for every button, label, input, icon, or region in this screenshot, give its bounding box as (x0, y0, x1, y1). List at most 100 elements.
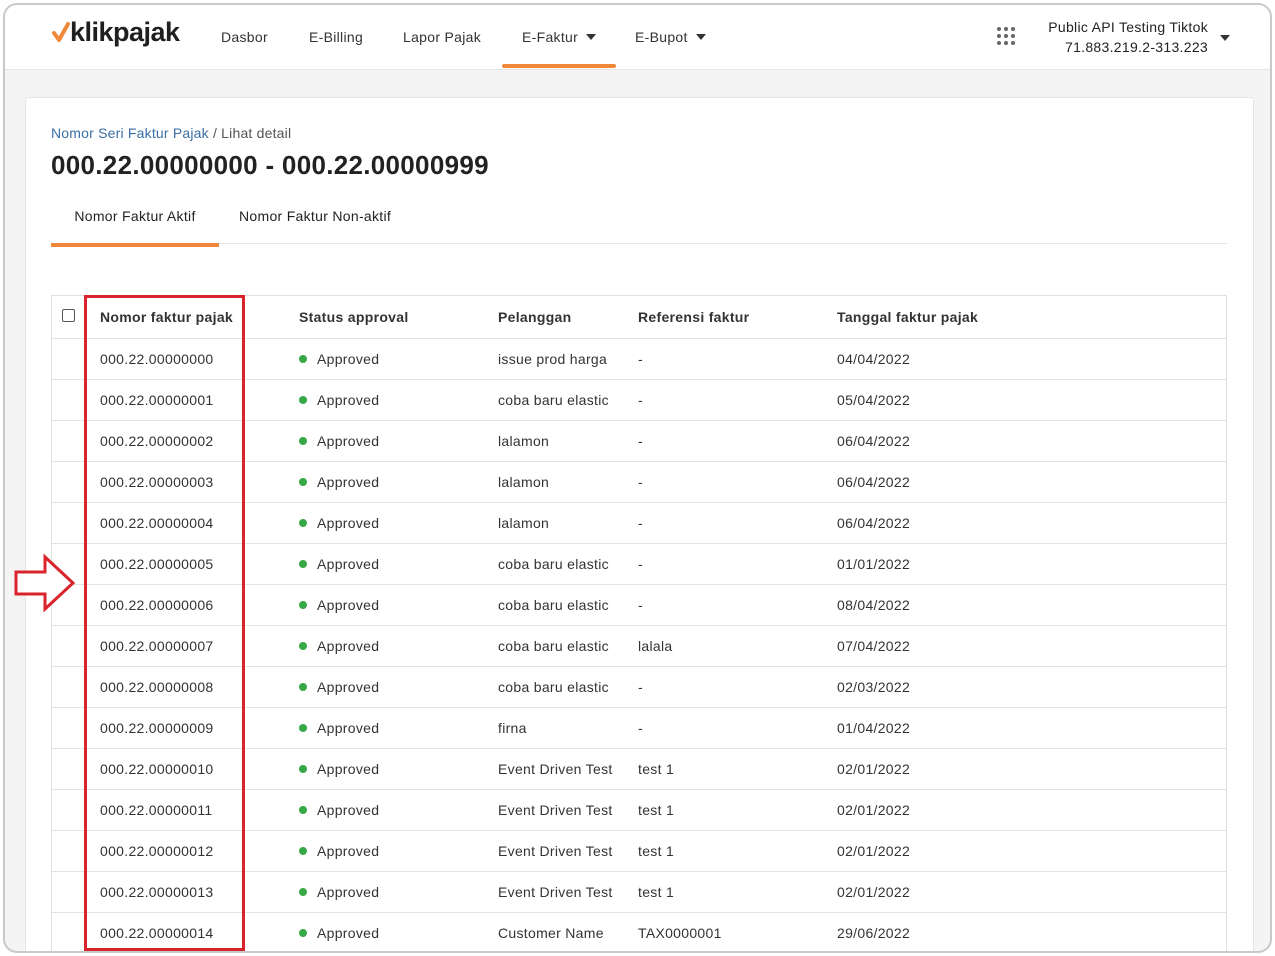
row-checkbox-cell (52, 338, 85, 380)
header-nomor-faktur[interactable]: Nomor faktur pajak (85, 296, 299, 339)
status-label: Approved (317, 842, 380, 859)
status-dot-icon (299, 641, 307, 650)
tab-nomor-faktur-non-aktif[interactable]: Nomor Faktur Non-aktif (239, 196, 391, 244)
status-label: Approved (317, 883, 380, 900)
cell-status-approval: Approved (299, 707, 498, 749)
table-row[interactable]: 000.22.00000008 Approved coba baru elastic… (52, 666, 1226, 708)
logo-check-icon (52, 22, 70, 42)
row-checkbox-cell (52, 748, 85, 790)
top-navbar: klikpajak Dasbor E-Billing Lapor Pajak E… (5, 5, 1270, 70)
nav-e-bupot[interactable]: E-Bupot (635, 27, 706, 47)
cell-status-approval: Approved (299, 420, 498, 462)
cell-pelanggan: lalamon (498, 502, 638, 544)
cell-referensi-faktur: test 1 (638, 830, 837, 872)
status-dot-icon (299, 723, 307, 732)
table-row[interactable]: 000.22.00000005 Approved coba baru elastic… (52, 543, 1226, 585)
header-tanggal-faktur[interactable]: Tanggal faktur pajak (837, 296, 1226, 339)
cell-tanggal-faktur: 02/01/2022 (837, 789, 1226, 831)
status-dot-icon (299, 928, 307, 937)
header-pelanggan[interactable]: Pelanggan (498, 296, 638, 339)
apps-grid-icon[interactable] (997, 27, 1015, 45)
table-row[interactable]: 000.22.00000012 Approved Event Driven Test… (52, 830, 1226, 872)
account-switcher[interactable]: Public API Testing Tiktok 71.883.219.2-3… (1048, 17, 1208, 57)
cell-referensi-faktur: - (638, 543, 837, 585)
select-all-checkbox[interactable] (62, 308, 75, 322)
cell-referensi-faktur: - (638, 584, 837, 626)
cell-pelanggan: Customer Name (498, 912, 638, 951)
header-referensi-faktur[interactable]: Referensi faktur (638, 296, 837, 339)
status-label: Approved (317, 473, 380, 490)
cell-status-approval: Approved (299, 748, 498, 790)
nav-lapor-pajak[interactable]: Lapor Pajak (403, 27, 481, 47)
table-row[interactable]: 000.22.00000001 Approved coba baru elastic… (52, 379, 1226, 421)
status-label: Approved (317, 555, 380, 572)
cell-tanggal-faktur: 06/04/2022 (837, 502, 1226, 544)
cell-status-approval: Approved (299, 502, 498, 544)
header-status-approval[interactable]: Status approval (299, 296, 498, 339)
cell-referensi-faktur: - (638, 502, 837, 544)
cell-status-approval: Approved (299, 830, 498, 872)
cell-status-approval: Approved (299, 912, 498, 951)
status-dot-icon (299, 477, 307, 486)
nav-e-billing[interactable]: E-Billing (309, 27, 363, 47)
page-title: 000.22.00000000 - 000.22.00000999 (51, 150, 489, 180)
account-chevron-down-icon[interactable] (1220, 35, 1230, 41)
row-checkbox-cell (52, 420, 85, 462)
cell-tanggal-faktur: 07/04/2022 (837, 625, 1226, 667)
klikpajak-logo[interactable]: klikpajak (52, 17, 180, 57)
breadcrumb-link[interactable]: Nomor Seri Faktur Pajak (51, 125, 209, 141)
tab-nomor-faktur-aktif[interactable]: Nomor Faktur Aktif (51, 196, 219, 247)
header-checkbox-cell (52, 296, 85, 339)
cell-tanggal-faktur: 06/04/2022 (837, 420, 1226, 462)
nav-dasbor[interactable]: Dasbor (221, 27, 268, 47)
table-row[interactable]: 000.22.00000010 Approved Event Driven Test… (52, 748, 1226, 790)
table-row[interactable]: 000.22.00000006 Approved coba baru elastic… (52, 584, 1226, 626)
tab-bar: Nomor Faktur Aktif Nomor Faktur Non-akti… (51, 196, 1227, 247)
cell-status-approval: Approved (299, 625, 498, 667)
cell-nomor-faktur: 000.22.00000001 (85, 379, 299, 421)
cell-nomor-faktur: 000.22.00000012 (85, 830, 299, 872)
breadcrumb-separator: / (208, 125, 222, 141)
table-row[interactable]: 000.22.00000013 Approved Event Driven Test… (52, 871, 1226, 913)
table-row[interactable]: 000.22.00000007 Approved coba baru elastic… (52, 625, 1226, 667)
table-row[interactable]: 000.22.00000004 Approved lalamon -06/04/202… (52, 502, 1226, 544)
row-checkbox-cell (52, 625, 85, 667)
cell-referensi-faktur: - (638, 338, 837, 380)
table-row[interactable]: 000.22.00000003 Approved lalamon -06/04/202… (52, 461, 1226, 503)
status-label: Approved (317, 760, 380, 777)
cell-pelanggan: Event Driven Test (498, 748, 638, 790)
arrow-right-icon (14, 553, 76, 613)
breadcrumb-current: Lihat detail (221, 125, 292, 141)
cell-pelanggan: Event Driven Test (498, 830, 638, 872)
cell-tanggal-faktur: 05/04/2022 (837, 379, 1226, 421)
cell-referensi-faktur: - (638, 420, 837, 462)
content-card: Nomor Seri Faktur Pajak / Lihat detail 0… (25, 97, 1254, 951)
status-label: Approved (317, 514, 380, 531)
table-row[interactable]: 000.22.00000011 Approved Event Driven Test… (52, 789, 1226, 831)
status-dot-icon (299, 354, 307, 363)
cell-pelanggan: lalamon (498, 461, 638, 503)
cell-pelanggan: coba baru elastic (498, 584, 638, 626)
cell-status-approval: Approved (299, 379, 498, 421)
status-label: Approved (317, 596, 380, 613)
cell-nomor-faktur: 000.22.00000014 (85, 912, 299, 951)
nav-e-faktur-label: E-Faktur (522, 29, 579, 45)
table-row[interactable]: 000.22.00000014 Approved Customer Name TAX0… (52, 912, 1226, 951)
row-checkbox-cell (52, 502, 85, 544)
cell-tanggal-faktur: 01/04/2022 (837, 707, 1226, 749)
cell-referensi-faktur: test 1 (638, 871, 837, 913)
faktur-table: Nomor faktur pajak Status approval Pelan… (51, 295, 1227, 951)
cell-status-approval: Approved (299, 871, 498, 913)
table-row[interactable]: 000.22.00000000 Approved issue prod harga -… (52, 338, 1226, 380)
nav-e-faktur[interactable]: E-Faktur (522, 27, 597, 47)
nav-e-billing-label: E-Billing (309, 29, 364, 45)
logo-text: klikpajak (70, 17, 180, 47)
cell-pelanggan: firna (498, 707, 638, 749)
cell-nomor-faktur: 000.22.00000002 (85, 420, 299, 462)
cell-nomor-faktur: 000.22.00000010 (85, 748, 299, 790)
cell-nomor-faktur: 000.22.00000005 (85, 543, 299, 585)
table-row[interactable]: 000.22.00000009 Approved firna -01/04/2022 (52, 707, 1226, 749)
status-label: Approved (317, 391, 380, 408)
table-row[interactable]: 000.22.00000002 Approved lalamon -06/04/202… (52, 420, 1226, 462)
cell-nomor-faktur: 000.22.00000004 (85, 502, 299, 544)
